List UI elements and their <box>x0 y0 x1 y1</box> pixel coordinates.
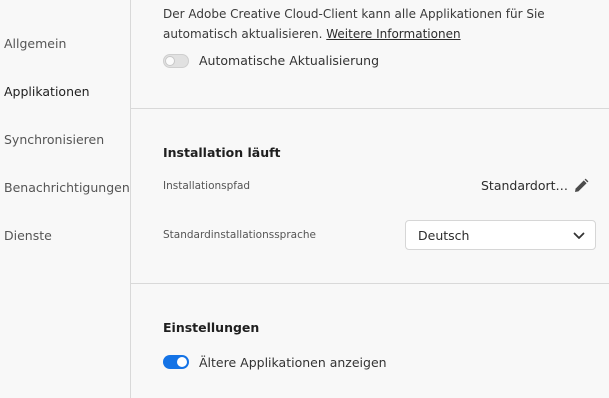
sidebar-item-dienste[interactable]: Dienste <box>4 228 52 243</box>
install-language-select[interactable]: Deutsch <box>405 220 596 250</box>
chevron-down-icon <box>573 232 585 239</box>
more-info-link[interactable]: Weitere Informationen <box>326 27 460 41</box>
installation-section-title: Installation läuft <box>163 145 281 160</box>
install-language-value: Deutsch <box>418 228 470 243</box>
preferences-main-panel: Der Adobe Creative Cloud-Client kann all… <box>131 0 609 398</box>
show-older-apps-toggle[interactable] <box>163 355 189 369</box>
section-divider <box>131 283 609 284</box>
toggle-knob <box>165 56 175 66</box>
sidebar-item-applikationen[interactable]: Applikationen <box>4 84 90 99</box>
preferences-sidebar: Allgemein Applikationen Synchronisieren … <box>0 0 131 398</box>
section-divider <box>131 108 609 109</box>
toggle-knob <box>177 357 187 367</box>
sidebar-item-benachrichtigungen[interactable]: Benachrichtigungen <box>4 180 130 195</box>
auto-update-toggle[interactable] <box>163 54 189 68</box>
sidebar-item-synchronisieren[interactable]: Synchronisieren <box>4 132 104 147</box>
pencil-icon[interactable] <box>573 178 589 194</box>
install-path-label: Installationspfad <box>163 180 251 192</box>
install-path-value: Standardort… <box>481 178 569 193</box>
auto-update-description: Der Adobe Creative Cloud-Client kann all… <box>163 4 593 44</box>
show-older-apps-label: Ältere Applikationen anzeigen <box>199 355 387 370</box>
sidebar-item-allgemein[interactable]: Allgemein <box>4 36 66 51</box>
auto-update-label: Automatische Aktualisierung <box>199 53 380 68</box>
settings-section-title: Einstellungen <box>163 320 260 335</box>
install-language-label: Standardinstallationssprache <box>163 229 316 241</box>
